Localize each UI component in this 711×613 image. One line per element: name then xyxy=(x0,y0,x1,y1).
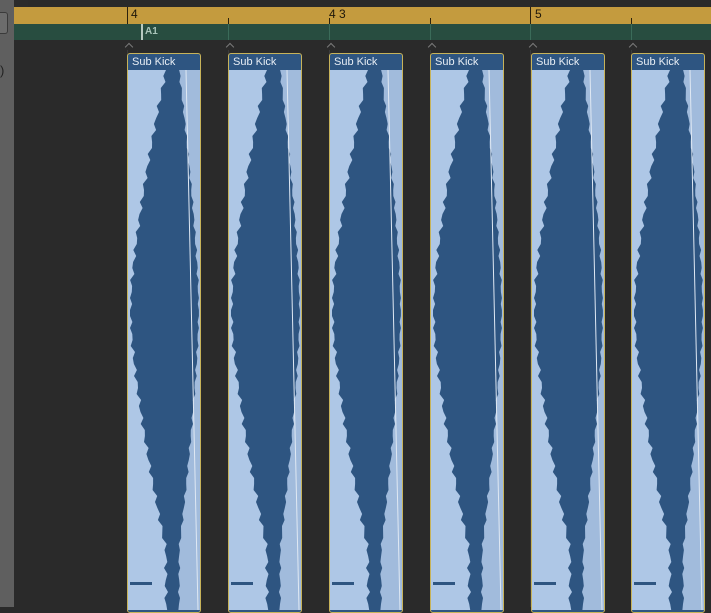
scroll-handle[interactable] xyxy=(0,12,8,34)
marker-flag[interactable] xyxy=(141,24,143,40)
region-name: Sub Kick xyxy=(334,56,378,68)
marker-lane[interactable]: A1 xyxy=(14,24,711,40)
audio-region[interactable]: Sub Kick xyxy=(127,53,201,613)
bar-tick xyxy=(530,7,531,24)
audio-region[interactable]: Sub Kick xyxy=(228,53,302,613)
bar-tick xyxy=(127,7,128,24)
bar-label-4: 4 xyxy=(131,7,138,21)
waveform xyxy=(128,70,200,610)
audio-region[interactable]: Sub Kick xyxy=(531,53,605,613)
region-name: Sub Kick xyxy=(233,56,277,68)
waveform xyxy=(431,70,503,610)
audio-region[interactable]: Sub Kick xyxy=(329,53,403,613)
beat-label-4-3: 4 3 xyxy=(329,7,346,21)
region-name: Sub Kick xyxy=(636,56,680,68)
bar-ruler[interactable]: 4 4 3 5 xyxy=(14,7,711,25)
region-name: Sub Kick xyxy=(435,56,479,68)
region-name: Sub Kick xyxy=(132,56,176,68)
waveform xyxy=(330,70,402,610)
waveform xyxy=(532,70,604,610)
beat-notch-row xyxy=(14,40,711,52)
track-list-edge: ) xyxy=(0,0,14,607)
marker-label: A1 xyxy=(145,26,158,37)
waveform xyxy=(632,70,704,610)
bracket-icon: ) xyxy=(0,63,5,78)
audio-region[interactable]: Sub Kick xyxy=(631,53,705,613)
waveform xyxy=(229,70,301,610)
audio-region[interactable]: Sub Kick xyxy=(430,53,504,613)
region-name: Sub Kick xyxy=(536,56,580,68)
bar-label-5: 5 xyxy=(535,7,542,21)
